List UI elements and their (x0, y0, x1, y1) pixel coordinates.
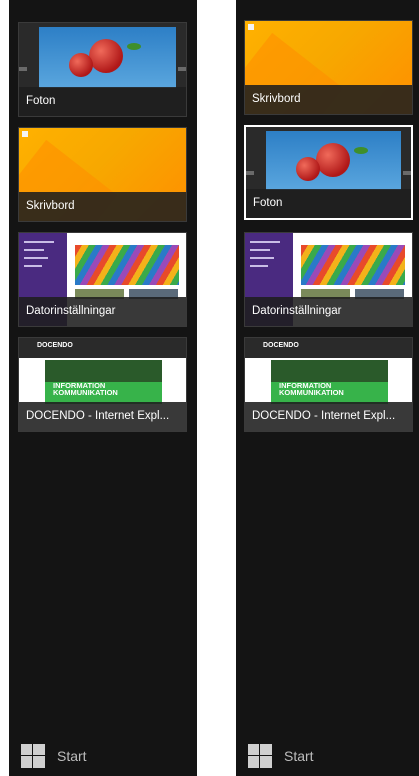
recycle-bin-icon (248, 24, 254, 30)
start-label: Start (284, 748, 314, 764)
app-label: Foton (19, 87, 186, 116)
app-thumbnail-docendo-internet-explorer[interactable]: DOCENDO INFORMATION KOMMUNIKATION DOCEND… (18, 337, 187, 432)
docendo-logo: DOCENDO (263, 342, 299, 349)
app-label: DOCENDO - Internet Expl... (19, 402, 186, 431)
app-label: Skrivbord (245, 85, 412, 114)
app-thumbnail-foton[interactable]: Foton (18, 22, 187, 117)
app-thumbnail-datorinstallningar[interactable]: Datorinställningar (18, 232, 187, 327)
app-thumbnail-foton-selected[interactable]: Foton (244, 125, 413, 220)
app-thumbnail-skrivbord[interactable]: Skrivbord (244, 20, 413, 115)
recycle-bin-icon (22, 131, 28, 137)
app-label: DOCENDO - Internet Expl... (245, 402, 412, 431)
start-label: Start (57, 748, 87, 764)
windows-logo-icon (248, 744, 272, 768)
app-label: Foton (246, 189, 411, 218)
app-thumbnail-skrivbord[interactable]: Skrivbord (18, 127, 187, 222)
app-switcher-panel-left: Foton Skrivbord Datorinställningar DOCEN… (9, 0, 197, 776)
app-thumbnail-docendo-internet-explorer[interactable]: DOCENDO INFORMATION KOMMUNIKATION DOCEND… (244, 337, 413, 432)
start-button[interactable]: Start (248, 742, 314, 770)
app-switcher-panel-right: Skrivbord Foton Datorinställningar DOCEN… (236, 0, 419, 776)
windows-logo-icon (21, 744, 45, 768)
app-label: Skrivbord (19, 192, 186, 221)
app-thumbnail-datorinstallningar[interactable]: Datorinställningar (244, 232, 413, 327)
start-button[interactable]: Start (21, 742, 87, 770)
app-label: Datorinställningar (245, 297, 412, 326)
app-label: Datorinställningar (19, 297, 186, 326)
docendo-logo: DOCENDO (37, 342, 73, 349)
